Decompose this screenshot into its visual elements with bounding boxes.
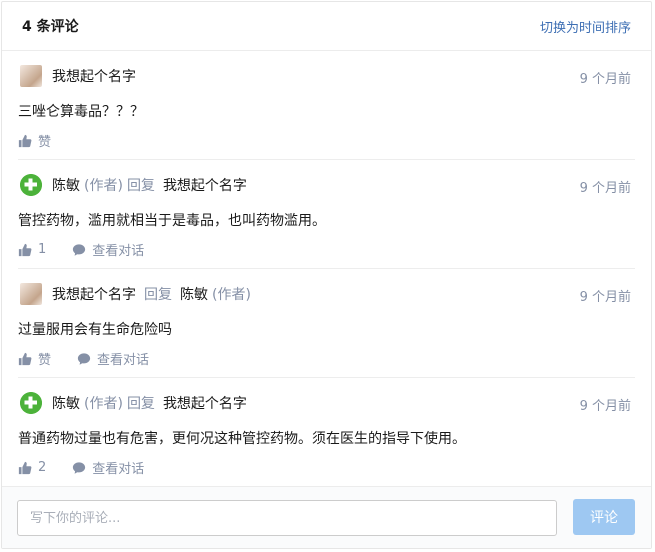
view-conversation-button[interactable]: 查看对话 <box>77 349 149 368</box>
comment-item: 我想起个名字 9 个月前 三唑仑算毒品？？？ 赞 <box>18 51 635 160</box>
comments-panel: 4 条评论 切换为时间排序 我想起个名字 9 个月前 三唑仑算毒品？？？ 赞 陈… <box>1 1 652 549</box>
comment-list: 我想起个名字 9 个月前 三唑仑算毒品？？？ 赞 陈敏 (作者) 回复 我想起个… <box>2 51 651 487</box>
comment-actions: 2 查看对话 <box>18 458 144 477</box>
reply-to-name[interactable]: 我想起个名字 <box>163 393 247 413</box>
comment-actions: 1 查看对话 <box>18 240 144 259</box>
thumbs-up-icon <box>18 243 32 256</box>
user-photo-avatar[interactable] <box>20 283 42 305</box>
thumbs-up-icon <box>18 134 32 147</box>
comment-time: 9 个月前 <box>579 72 631 87</box>
author-name[interactable]: 我想起个名字 <box>52 66 136 86</box>
user-photo-avatar[interactable] <box>20 65 42 87</box>
like-label: 赞 <box>38 135 52 150</box>
comment-item: 陈敏 (作者) 回复 我想起个名字 9 个月前 管控药物，滥用就相当于是毒品，也… <box>18 160 635 269</box>
reply-word: 回复 <box>144 287 172 303</box>
comment-input[interactable] <box>17 500 557 536</box>
like-button[interactable]: 赞 <box>18 131 51 150</box>
submit-comment-button[interactable]: 评论 <box>573 499 635 535</box>
comment-time: 9 个月前 <box>579 399 631 414</box>
like-label: 2 <box>38 460 47 475</box>
comment-item: 陈敏 (作者) 回复 我想起个名字 9 个月前 普通药物过量也有危害，更何况这种… <box>18 378 635 487</box>
speech-bubble-icon <box>73 461 86 474</box>
conversation-label: 查看对话 <box>92 244 145 259</box>
comment-text: 普通药物过量也有危害，更何况这种管控药物。须在医生的指导下使用。 <box>18 431 466 447</box>
comment-text: 过量服用会有生命危险吗 <box>18 322 172 338</box>
reply-word: 回复 <box>126 396 155 412</box>
comment-meta: 我想起个名字 9 个月前 <box>18 64 635 88</box>
reply-word: 回复 <box>126 178 155 194</box>
like-label: 赞 <box>38 353 52 368</box>
like-button[interactable]: 赞 <box>18 349 51 368</box>
reply-to-name[interactable]: 陈敏 <box>180 284 208 304</box>
comment-meta: 陈敏 (作者) 回复 我想起个名字 9 个月前 <box>18 391 635 415</box>
comment-item: 我想起个名字 回复 陈敏 (作者) 9 个月前 过量服用会有生命危险吗 赞 查看… <box>18 269 635 378</box>
author-name[interactable]: 陈敏 <box>52 175 80 195</box>
author-name[interactable]: 我想起个名字 <box>52 284 136 304</box>
comment-meta: 陈敏 (作者) 回复 我想起个名字 9 个月前 <box>18 173 635 197</box>
speech-bubble-icon <box>73 243 86 256</box>
doctor-logo-avatar[interactable] <box>20 392 42 414</box>
comment-actions: 赞 <box>18 131 77 150</box>
comment-actions: 赞 查看对话 <box>18 349 149 368</box>
comment-time: 9 个月前 <box>579 290 631 305</box>
thumbs-up-icon <box>18 461 32 474</box>
comment-meta: 我想起个名字 回复 陈敏 (作者) 9 个月前 <box>18 282 635 306</box>
doctor-logo-avatar[interactable] <box>20 174 42 196</box>
speech-bubble-icon <box>77 352 91 365</box>
author-name[interactable]: 陈敏 <box>52 393 80 413</box>
thumbs-up-icon <box>18 352 32 365</box>
conversation-label: 查看对话 <box>92 462 145 477</box>
comment-time: 9 个月前 <box>579 181 631 196</box>
conversation-label: 查看对话 <box>97 353 150 368</box>
comment-count: 4 条评论 <box>22 19 79 35</box>
reply-to-tag: (作者) <box>212 287 251 303</box>
doctor-logo-icon <box>20 174 42 196</box>
reply-to-name[interactable]: 我想起个名字 <box>163 175 247 195</box>
like-label: 1 <box>38 242 47 257</box>
comments-header: 4 条评论 切换为时间排序 <box>2 2 651 51</box>
comment-composer: 评论 <box>2 486 651 548</box>
author-tag: (作者) <box>84 396 123 412</box>
like-button[interactable]: 2 <box>18 460 46 475</box>
comment-text: 管控药物，滥用就相当于是毒品，也叫药物滥用。 <box>18 213 326 229</box>
comment-text: 三唑仑算毒品？？？ <box>18 104 144 120</box>
author-tag: (作者) <box>84 178 123 194</box>
view-conversation-button[interactable]: 查看对话 <box>72 458 144 477</box>
sort-toggle-link[interactable]: 切换为时间排序 <box>540 17 631 36</box>
doctor-logo-icon <box>20 392 42 414</box>
like-button[interactable]: 1 <box>18 242 46 257</box>
view-conversation-button[interactable]: 查看对话 <box>72 240 144 259</box>
